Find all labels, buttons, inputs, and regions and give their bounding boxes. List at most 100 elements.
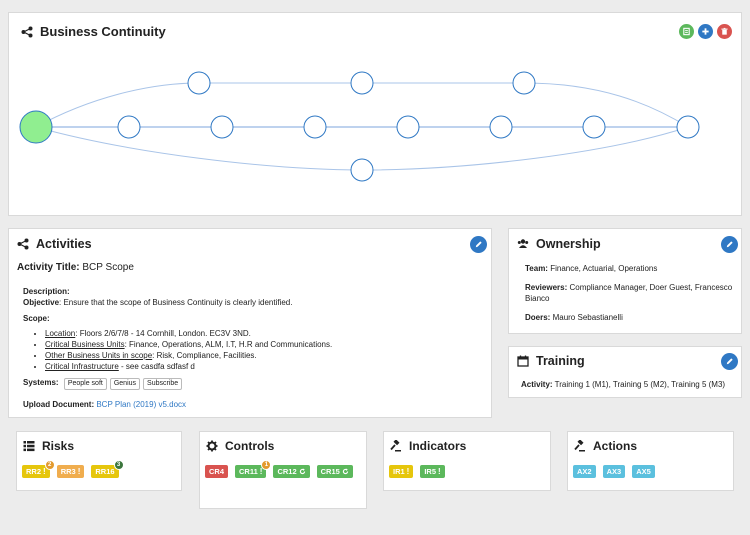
refresh-icon	[299, 468, 305, 475]
flow-node[interactable]	[350, 71, 374, 95]
process-flow-diagram	[19, 71, 700, 182]
item-tag-label: CR4	[209, 467, 225, 476]
scope-item-text: : Floors 2/6/7/8 - 14 Cornhill, London. …	[75, 329, 251, 338]
controls-title-text: Controls	[225, 439, 275, 453]
item-tag[interactable]: CR4	[205, 465, 229, 478]
alert-icon: !	[438, 467, 441, 476]
indicators-title: Indicators	[390, 439, 466, 453]
alert-icon: !	[77, 467, 81, 476]
calendar-icon	[517, 355, 529, 367]
indicators-title-text: Indicators	[409, 439, 467, 453]
item-tag-label: CR11	[239, 467, 258, 476]
ownership-panel: Ownership Team: Finance, Actuarial, Oper…	[508, 228, 742, 334]
doers-line: Doers: Mauro Sebastianelli	[525, 312, 737, 323]
ownership-title-text: Ownership	[536, 237, 601, 251]
gavel-icon	[390, 440, 401, 452]
actions-panel: Actions AX2 AX3 AX5	[567, 431, 734, 491]
risks-title: Risks	[23, 439, 74, 453]
activities-title-text: Activities	[36, 237, 92, 251]
system-tag[interactable]: People soft	[63, 378, 107, 390]
indicators-panel: Indicators IR1! IR5!	[383, 431, 551, 491]
activity-description: Description: Objective: Ensure that the …	[23, 286, 483, 390]
flow-node[interactable]	[396, 115, 420, 139]
controls-panel: Controls CR4 CR11! 1 CR12 CR15	[199, 431, 367, 509]
item-tag[interactable]: AX2	[573, 465, 596, 478]
training-activity-value: Training 1 (M1), Training 5 (M2), Traini…	[554, 380, 726, 389]
list-item: Critical Infrastructure - see casdfa sdf…	[45, 361, 483, 372]
risks-panel: Risks RR2! 2 RR3! RR16 3	[16, 431, 182, 491]
item-tag[interactable]: RR16 3	[91, 460, 124, 478]
flow-node[interactable]	[117, 115, 141, 139]
item-tag-label: RR3	[60, 467, 76, 476]
list-item: Other Business Units in scope: Risk, Com…	[45, 350, 483, 361]
objective-text: : Ensure that the scope of Business Cont…	[59, 298, 293, 307]
item-tag-label: AX2	[577, 467, 592, 476]
item-tag[interactable]: AX3	[602, 465, 626, 478]
item-tag-label: AX3	[606, 467, 622, 476]
item-tag-label: RR2	[26, 467, 42, 476]
training-title: Training	[517, 354, 585, 368]
pencil-icon	[726, 241, 733, 248]
flow-node-end[interactable]	[676, 115, 700, 139]
scope-label: Scope:	[23, 314, 50, 323]
edit-activities-button[interactable]	[470, 236, 487, 253]
ownership-title: Ownership	[517, 237, 601, 251]
item-tag-label: IR1	[393, 467, 405, 476]
flow-node[interactable]	[489, 115, 513, 139]
flow-node[interactable]	[582, 115, 606, 139]
activities-panel: Activities Activity Title: BCP Scope Des…	[8, 228, 492, 418]
objective-label: Objective	[23, 298, 60, 307]
team-label: Team:	[525, 264, 548, 273]
system-tag[interactable]: Genius	[109, 378, 141, 390]
actions-title-text: Actions	[593, 439, 638, 453]
list-item: Critical Business Units: Finance, Operat…	[45, 339, 483, 350]
edit-ownership-button[interactable]	[721, 236, 738, 253]
refresh-icon-wrap	[342, 468, 349, 475]
item-tag[interactable]: IR5!	[420, 465, 445, 478]
flow-node[interactable]	[210, 115, 234, 139]
scope-item-text: - see casdfa sdfasf d	[118, 362, 195, 371]
item-tag[interactable]: CR11! 1	[235, 460, 272, 478]
edit-training-button[interactable]	[721, 353, 738, 370]
item-tag[interactable]: CR15	[316, 465, 353, 478]
doers-label: Doers:	[525, 313, 551, 322]
system-tag[interactable]: Subscribe	[143, 378, 183, 390]
ownership-details: Team: Finance, Actuarial, Operations Rev…	[525, 263, 737, 323]
list-item: Location: Floors 2/6/7/8 - 14 Cornhill, …	[45, 328, 483, 339]
upload-label: Upload Document:	[23, 400, 95, 409]
item-tag[interactable]: CR12	[273, 465, 310, 478]
risks-title-text: Risks	[42, 439, 75, 453]
indicator-tags: IR1! IR5!	[389, 465, 549, 478]
doers-value: Mauro Sebastianelli	[552, 313, 623, 322]
item-tag[interactable]: RR2! 2	[22, 460, 55, 478]
item-tag[interactable]: AX5	[632, 465, 655, 478]
description-label: Description:	[23, 287, 70, 296]
flow-node-start[interactable]	[19, 110, 53, 144]
scope-item-label[interactable]: Critical Business Units	[45, 340, 125, 349]
flow-node[interactable]	[512, 71, 536, 95]
scope-item-label[interactable]: Location	[45, 329, 75, 338]
users-icon	[517, 239, 529, 248]
team-line: Team: Finance, Actuarial, Operations	[525, 263, 737, 274]
upload-file-link[interactable]: BCP Plan (2019) v5.docx	[96, 400, 186, 409]
scope-item-text: : Finance, Operations, ALM, I.T, H.R and…	[124, 340, 333, 349]
controls-title: Controls	[206, 439, 274, 453]
scope-item-label[interactable]: Critical Infrastructure	[45, 362, 119, 371]
risk-tags: RR2! 2 RR3! RR16 3	[22, 460, 177, 478]
activities-title: Activities	[17, 237, 92, 251]
systems-label: Systems:	[23, 378, 59, 387]
flow-node[interactable]	[187, 71, 211, 95]
scope-item-label[interactable]: Other Business Units in scope	[45, 351, 152, 360]
item-tag-label: CR12	[277, 467, 297, 476]
training-title-text: Training	[536, 354, 585, 368]
pencil-icon	[726, 358, 733, 365]
training-panel: Training Activity: Training 1 (M1), Trai…	[508, 346, 742, 398]
objective-line: Objective: Ensure that the scope of Busi…	[23, 297, 483, 308]
item-tag[interactable]: IR1!	[389, 465, 414, 478]
alert-icon: !	[406, 467, 410, 476]
refresh-icon-wrap	[299, 468, 306, 475]
process-panel: Business Continuity	[8, 12, 742, 216]
item-tag[interactable]: RR3!	[56, 465, 85, 478]
flow-node[interactable]	[350, 158, 374, 182]
flow-node[interactable]	[303, 115, 327, 139]
